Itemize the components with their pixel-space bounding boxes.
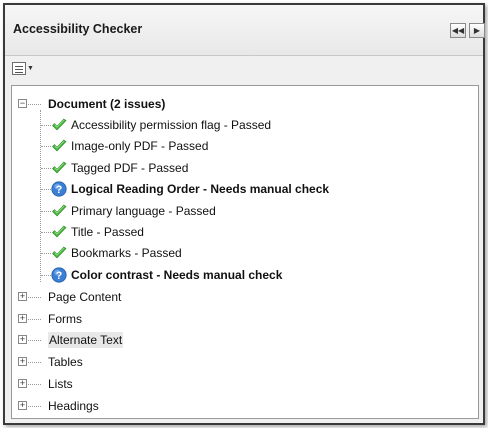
expand-icon[interactable]: + — [18, 400, 27, 410]
tree-item-label: Color contrast - Needs manual check — [71, 267, 283, 282]
tree-item[interactable]: Image-only PDF - Passed — [41, 136, 208, 156]
tree-node-document[interactable]: − Document (2 issues) — [18, 94, 165, 114]
tree-item-label: Bookmarks - Passed — [71, 246, 182, 261]
section-label: Lists — [48, 376, 73, 391]
tree-item-label: Logical Reading Order - Needs manual che… — [71, 182, 330, 197]
options-list-icon — [12, 62, 26, 75]
chevron-down-icon: ▼ — [27, 65, 34, 72]
tree-node-tables[interactable]: + Tables — [18, 352, 83, 372]
tree-item[interactable]: Accessibility permission flag - Passed — [41, 115, 271, 135]
tree-item[interactable]: Primary language - Passed — [41, 201, 216, 221]
check-icon — [52, 161, 67, 174]
collapse-icon[interactable]: − — [18, 99, 27, 108]
tree-item[interactable]: Tagged PDF - Passed — [41, 158, 188, 178]
tree-item-label: Title - Passed — [71, 225, 144, 239]
check-icon — [52, 246, 67, 259]
check-icon — [52, 204, 67, 217]
tree-node-lists[interactable]: + Lists — [18, 374, 73, 394]
options-menu-button[interactable]: ▼ — [12, 61, 36, 76]
tree-item-label: Tagged PDF - Passed — [71, 160, 189, 175]
tree-item-label: Accessibility permission flag - Passed — [71, 118, 272, 132]
expand-icon[interactable]: + — [18, 378, 27, 388]
svg-text:?: ? — [56, 270, 63, 282]
tree-item[interactable]: Bookmarks - Passed — [41, 243, 182, 263]
tree-item-label: Primary language - Passed — [71, 203, 216, 218]
header-buttons: ◀◀ ▶ — [447, 23, 485, 38]
expand-icon[interactable]: + — [18, 292, 27, 301]
document-label: Document (2 issues) — [48, 97, 166, 111]
info-icon: ? — [51, 267, 67, 283]
check-icon — [52, 118, 67, 131]
section-label: Forms — [48, 311, 82, 326]
tree-node-forms[interactable]: + Forms — [18, 309, 82, 329]
tree-item[interactable]: ? Logical Reading Order - Needs manual c… — [41, 179, 329, 199]
section-label: Page Content — [48, 290, 122, 304]
check-icon — [52, 225, 67, 238]
section-label: Alternate Text — [48, 332, 124, 349]
collapse-left-icon[interactable]: ◀◀ — [450, 23, 466, 38]
toolbar: ▼ — [5, 56, 483, 81]
tree-item[interactable]: Title - Passed — [41, 222, 144, 242]
info-icon: ? — [51, 181, 67, 197]
expand-icon[interactable]: + — [18, 335, 27, 345]
tree-node-page-content[interactable]: + Page Content — [18, 287, 121, 307]
check-icon — [52, 139, 67, 152]
panel-title: Accessibility Checker — [13, 22, 143, 36]
expand-icon[interactable]: + — [18, 357, 27, 367]
tree-node-headings[interactable]: + Headings — [18, 396, 99, 416]
accessibility-checker-panel: Accessibility Checker ◀◀ ▶ ▼ − Document … — [3, 3, 485, 425]
tree-item[interactable]: ? Color contrast - Needs manual check — [41, 265, 282, 285]
tree-item-label: Image-only PDF - Passed — [71, 139, 209, 154]
svg-text:?: ? — [56, 184, 63, 196]
expand-icon[interactable]: + — [18, 313, 27, 323]
section-label: Tables — [48, 355, 83, 370]
section-label: Headings — [48, 398, 99, 413]
results-tree: − Document (2 issues) Accessibility perm… — [11, 85, 479, 419]
close-right-icon[interactable]: ▶ — [469, 23, 485, 38]
panel-header: Accessibility Checker ◀◀ ▶ — [5, 5, 485, 56]
tree-node-alternate-text[interactable]: + Alternate Text — [18, 330, 124, 350]
